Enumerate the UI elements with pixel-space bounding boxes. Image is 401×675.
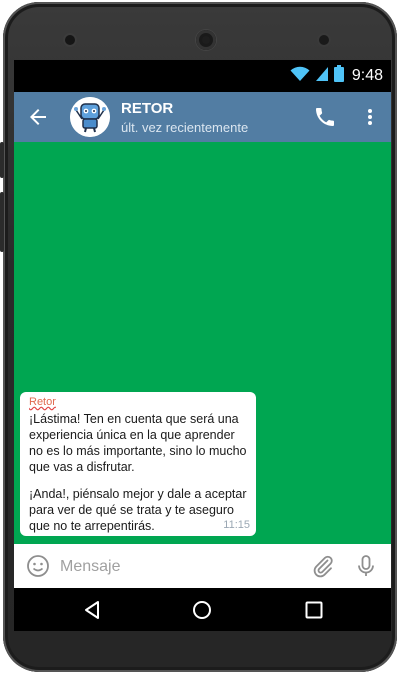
battery-icon <box>333 65 344 87</box>
back-button[interactable] <box>26 105 50 129</box>
last-seen-status: últ. vez recientemente <box>121 120 249 135</box>
more-options-button[interactable] <box>360 105 380 129</box>
mic-icon <box>358 555 374 576</box>
message-composer <box>14 544 391 588</box>
call-button[interactable] <box>313 105 337 129</box>
home-circle-icon <box>193 601 211 619</box>
avatar[interactable] <box>70 97 110 137</box>
wifi-icon <box>290 66 310 87</box>
emoji-button[interactable] <box>26 554 50 578</box>
status-bar: 9:48 <box>14 60 391 92</box>
volume-button <box>0 192 4 252</box>
more-vert-icon <box>368 109 372 125</box>
back-triangle-icon <box>85 601 99 619</box>
voice-message-button[interactable] <box>356 554 376 578</box>
emoji-icon <box>27 555 49 577</box>
front-camera <box>65 35 75 45</box>
power-button <box>0 142 4 178</box>
screen: 9:48 RETOR últ. vez recientemente Retor … <box>14 60 391 631</box>
chat-title[interactable]: RETOR <box>121 100 173 117</box>
system-navigation-bar <box>14 588 391 631</box>
status-clock: 9:48 <box>351 67 383 84</box>
message-input[interactable] <box>58 550 302 584</box>
nav-back-button[interactable] <box>80 598 104 622</box>
message-paragraph: ¡Anda!, piénsalo mejor y dale a aceptar … <box>29 487 247 533</box>
phone-icon <box>316 108 334 126</box>
message-sender: Retor <box>29 396 56 408</box>
nav-home-button[interactable] <box>190 598 214 622</box>
back-arrow-icon <box>30 109 46 125</box>
message-paragraph: ¡Lástima! Ten en cuenta que será una exp… <box>29 412 247 474</box>
earpiece-speaker <box>196 30 216 50</box>
signal-icon <box>315 66 329 87</box>
robot-avatar-image <box>70 97 110 137</box>
message-bubble[interactable]: Retor ¡Lástima! Ten en cuenta que será u… <box>20 392 256 536</box>
attach-button[interactable] <box>311 554 335 578</box>
attach-icon <box>313 555 333 578</box>
message-time: 11:15 <box>223 519 250 531</box>
chat-header: RETOR últ. vez recientemente <box>14 92 391 142</box>
nav-recents-button[interactable] <box>302 598 326 622</box>
proximity-sensor <box>319 35 329 45</box>
phone-frame: 9:48 RETOR últ. vez recientemente Retor … <box>0 2 397 672</box>
recents-square-icon <box>305 601 323 619</box>
